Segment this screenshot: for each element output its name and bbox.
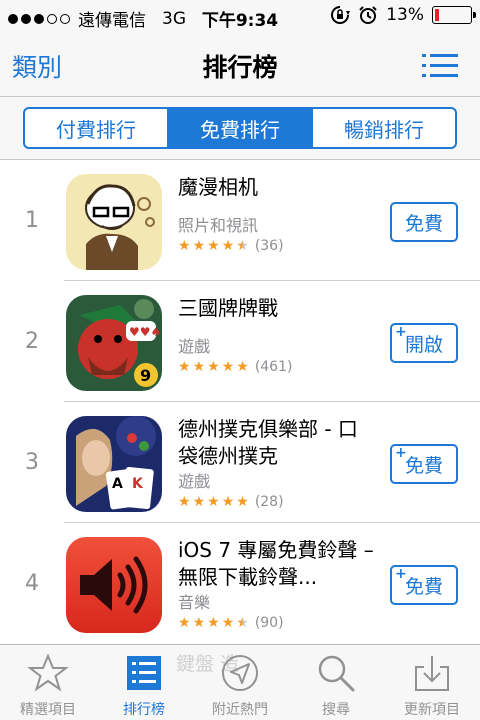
download-tray-icon [415,656,449,691]
status-right: 13% [330,5,476,25]
plus-icon: + [395,445,407,461]
star-icon: ★ [221,238,235,254]
tab-paid-ranking[interactable]: 付費排行 [25,109,167,147]
star-icon: ★ [178,238,191,254]
app-ranking-list: 1 魔漫相机 照片和視訊 ★ ★ ★ ★ ★ (36) 免費 2 ♥♥♠ 9 三… [0,160,480,644]
app-name[interactable]: 德州撲克俱樂部 - 口袋德州撲克 [178,416,374,470]
star-icon: ★ [236,359,249,375]
tab-near-me[interactable]: 附近熱門 [192,645,288,720]
star-icon: ★ [207,238,220,254]
texas-poker-app-icon[interactable]: A K [66,416,162,512]
alarm-icon [359,6,377,24]
star-icon: ★ [221,359,235,375]
list-icon[interactable] [422,52,458,80]
cartoon-portrait-app-icon[interactable] [66,174,162,270]
star-icon: ★ [236,494,249,510]
app-category: 遊戲 [178,472,211,491]
button-label: 免費 [404,454,443,477]
open-button[interactable]: + 開啟 [390,323,458,363]
rank-number: 2 [25,329,39,354]
star-icon: ★ [207,359,220,375]
svg-text:K: K [132,476,144,492]
star-icon: ★ [207,494,220,510]
ranking-segmented-control: 付費排行 免費排行 暢銷排行 [23,107,457,149]
star-icon: ★ [192,359,206,375]
tab-search[interactable]: 搜尋 [288,645,384,720]
button-label: 免費 [404,212,443,235]
svg-text:♥♥♠: ♥♥♠ [129,325,161,339]
app-rating: ★ ★ ★ ★ ★ (461) [178,359,292,375]
tab-updates[interactable]: 更新項目 [384,645,480,720]
rank-number: 3 [25,450,39,475]
location-arrow-icon [222,655,258,691]
app-category: 遊戲 [178,337,211,356]
button-label: 免費 [404,575,443,598]
app-row[interactable]: 3 A K 德州撲克俱樂部 - 口袋德州撲克 遊戲 ★ ★ ★ ★ ★ (28)… [0,402,480,523]
rating-count: (36) [254,238,284,254]
app-category: 照片和視訊 [178,216,259,235]
battery-icon [432,6,476,24]
tab-top-charts[interactable]: 排行榜 [96,645,192,720]
get-free-button[interactable]: 免費 [390,202,458,242]
rank-number: 1 [25,208,39,233]
app-name[interactable]: iOS 7 專屬免費鈴聲 – 無限下載鈴聲... [178,537,374,591]
star-icon [28,653,68,692]
half-star-icon: ★ [236,615,249,631]
tab-label: 附近熱門 [212,702,268,718]
status-bar: 遠傳電信 3G 下午9:34 13% [0,0,480,34]
star-icon: ★ [178,615,191,631]
half-star-icon: ★ [236,238,249,254]
tab-featured[interactable]: 精選項目 [0,645,96,720]
tab-label: 更新項目 [404,702,460,718]
button-label: 開啟 [404,333,443,356]
star-icon: ★ [221,615,235,631]
svg-text:A: A [112,476,123,492]
get-free-button[interactable]: + 免費 [390,565,458,605]
app-row[interactable]: 4 iOS 7 專屬免費鈴聲 – 無限下載鈴聲... 音樂 ★ ★ ★ ★ ★ … [0,523,480,644]
tab-top-grossing[interactable]: 暢銷排行 [311,109,455,147]
app-row[interactable]: 2 ♥♥♠ 9 三國牌牌戰 遊戲 ★ ★ ★ ★ ★ (461) + 開啟 [0,281,480,402]
app-rating: ★ ★ ★ ★ ★ (28) [178,494,284,510]
plus-icon: + [395,324,407,340]
app-row[interactable]: 1 魔漫相机 照片和視訊 ★ ★ ★ ★ ★ (36) 免費 [0,160,480,281]
rating-count: (28) [254,494,284,510]
rating-count: (461) [254,359,293,375]
rotation-lock-icon [331,6,351,24]
star-icon: ★ [207,615,220,631]
app-category: 音樂 [178,593,211,612]
star-icon: ★ [192,615,206,631]
page-title: 排行榜 [202,53,278,82]
app-name[interactable]: 魔漫相机 [178,174,374,201]
segment-bar: 付費排行 免費排行 暢銷排行 [0,96,480,160]
tab-label: 搜尋 [322,702,350,718]
three-kingdoms-card-app-icon[interactable]: ♥♥♠ 9 [66,295,162,391]
rating-count: (90) [254,615,284,631]
tab-label: 排行榜 [123,702,165,718]
star-icon: ★ [221,494,235,510]
rank-number: 4 [25,571,39,596]
star-icon: ★ [178,494,191,510]
tab-label: 精選項目 [20,702,76,718]
tab-bar: 鍵盤 造 精選項目 排行榜 附近熱門 搜尋 更新項目 [0,644,480,720]
svg-text:9: 9 [140,366,151,385]
plus-icon: + [395,566,407,582]
speaker-ringtone-app-icon[interactable] [66,537,162,633]
search-icon [318,655,355,692]
app-rating: ★ ★ ★ ★ ★ (90) [178,615,284,631]
get-free-button[interactable]: + 免費 [390,444,458,484]
app-name[interactable]: 三國牌牌戰 [178,295,374,322]
star-icon: ★ [178,359,191,375]
star-icon: ★ [192,494,206,510]
battery-percent: 13% [386,5,424,25]
tab-free-ranking[interactable]: 免費排行 [167,109,311,147]
star-icon: ★ [192,238,206,254]
app-rating: ★ ★ ★ ★ ★ (36) [178,238,284,254]
navigation-bar: 類別 排行榜 [0,34,480,96]
ranking-list-icon [127,656,161,690]
